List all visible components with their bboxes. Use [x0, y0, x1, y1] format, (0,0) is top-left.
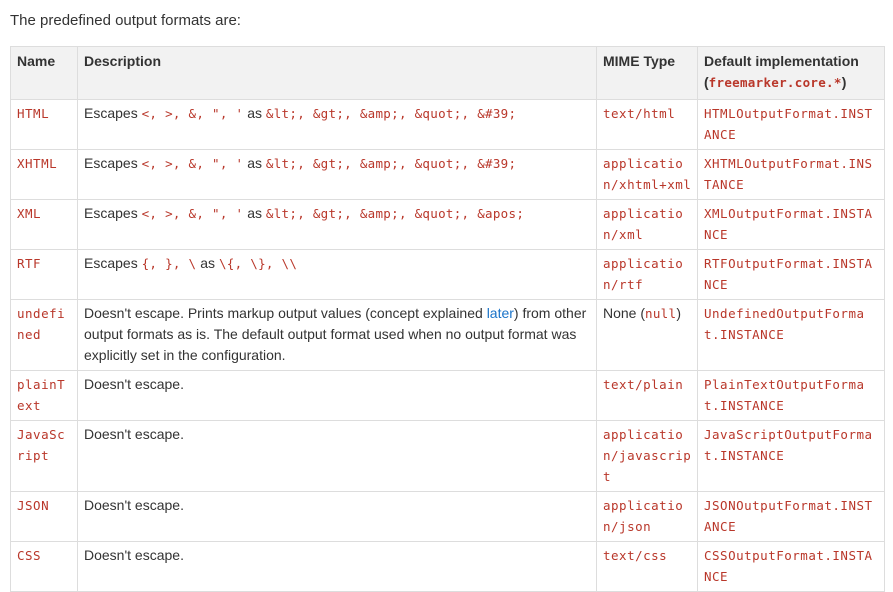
- format-name-cell: JavaScript: [10, 420, 78, 492]
- format-name: JSON: [17, 498, 50, 513]
- format-name: XHTML: [17, 156, 58, 171]
- description-cell: Doesn't escape.: [77, 420, 597, 492]
- table-row: RTF Escapes {, }, \ as \{, \}, \\ applic…: [10, 249, 885, 300]
- format-name-cell: XHTML: [10, 149, 78, 200]
- mime-type-cell: None (null): [596, 299, 698, 371]
- table-row: XML Escapes <, >, &, ", ' as &lt;, &gt;,…: [10, 199, 885, 250]
- package-code: freemarker.core.*: [708, 75, 842, 90]
- escaped-chars: <, >, &, ", ': [141, 156, 244, 171]
- implementation: UndefinedOutputFormat.INSTANCE: [704, 306, 865, 342]
- implementation-cell: XMLOutputFormat.INSTANCE: [697, 199, 885, 250]
- format-name-cell: JSON: [10, 491, 78, 542]
- implementation: XHTMLOutputFormat.INSTANCE: [704, 156, 873, 192]
- format-name: HTML: [17, 106, 50, 121]
- escape-sequences: &lt;, &gt;, &amp;, &quot;, &#39;: [265, 106, 517, 121]
- table-row: plainText Doesn't escape. text/plain Pla…: [10, 370, 885, 421]
- mime-type: application/rtf: [603, 256, 684, 292]
- escaped-chars: {, }, \: [141, 256, 197, 271]
- implementation-cell: JSONOutputFormat.INSTANCE: [697, 491, 885, 542]
- description-cell: Doesn't escape. Prints markup output val…: [77, 299, 597, 371]
- format-name-cell: HTML: [10, 99, 78, 150]
- escaped-chars: <, >, &, ", ': [141, 206, 244, 221]
- description-cell: Escapes <, >, &, ", ' as &lt;, &gt;, &am…: [77, 149, 597, 200]
- mime-type: application/json: [603, 498, 684, 534]
- mime-type-cell: application/xhtml+xml: [596, 149, 698, 200]
- implementation: HTMLOutputFormat.INSTANCE: [704, 106, 873, 142]
- mime-type-cell: application/javascript: [596, 420, 698, 492]
- format-name-cell: RTF: [10, 249, 78, 300]
- mime-type: text/plain: [603, 377, 684, 392]
- description-cell: Doesn't escape.: [77, 541, 597, 592]
- description-cell: Escapes {, }, \ as \{, \}, \\: [77, 249, 597, 300]
- table-row: JavaScript Doesn't escape. application/j…: [10, 420, 885, 492]
- description-cell: Doesn't escape.: [77, 491, 597, 542]
- implementation: PlainTextOutputFormat.INSTANCE: [704, 377, 865, 413]
- description-cell: Escapes <, >, &, ", ' as &lt;, &gt;, &am…: [77, 99, 597, 150]
- mime-type-cell: application/xml: [596, 199, 698, 250]
- escape-sequences: \{, \}, \\: [218, 256, 298, 271]
- table-row: undefined Doesn't escape. Prints markup …: [10, 299, 885, 371]
- mime-type: text/css: [603, 548, 668, 563]
- implementation: JavaScriptOutputFormat.INSTANCE: [704, 427, 873, 463]
- format-name: RTF: [17, 256, 42, 271]
- implementation-cell: PlainTextOutputFormat.INSTANCE: [697, 370, 885, 421]
- mime-type-cell: application/rtf: [596, 249, 698, 300]
- description-cell: Doesn't escape.: [77, 370, 597, 421]
- mime-type-cell: text/css: [596, 541, 698, 592]
- header-impl-package: (freemarker.core.*): [704, 74, 847, 90]
- mime-type: application/xhtml+xml: [603, 156, 692, 192]
- implementation: RTFOutputFormat.INSTANCE: [704, 256, 873, 292]
- implementation: XMLOutputFormat.INSTANCE: [704, 206, 873, 242]
- format-name-cell: plainText: [10, 370, 78, 421]
- mime-type: application/xml: [603, 206, 684, 242]
- header-description: Description: [77, 46, 597, 100]
- mime-type: text/html: [603, 106, 676, 121]
- format-name: plainText: [17, 377, 66, 413]
- format-name-cell: CSS: [10, 541, 78, 592]
- format-name-cell: XML: [10, 199, 78, 250]
- null-code: null: [645, 306, 677, 321]
- implementation-cell: JavaScriptOutputFormat.INSTANCE: [697, 420, 885, 492]
- header-mime-type: MIME Type: [596, 46, 698, 100]
- escape-sequences: &lt;, &gt;, &amp;, &quot;, &apos;: [265, 206, 525, 221]
- implementation: CSSOutputFormat.INSTANCE: [704, 548, 873, 584]
- table-header-row: Name Description MIME Type Default imple…: [10, 46, 885, 100]
- implementation-cell: RTFOutputFormat.INSTANCE: [697, 249, 885, 300]
- mime-type: application/javascript: [603, 427, 692, 484]
- later-link[interactable]: later: [487, 305, 514, 321]
- implementation-cell: HTMLOutputFormat.INSTANCE: [697, 99, 885, 150]
- format-name: undefined: [17, 306, 66, 342]
- format-name: XML: [17, 206, 42, 221]
- mime-type-cell: text/html: [596, 99, 698, 150]
- mime-type-cell: text/plain: [596, 370, 698, 421]
- table-row: JSON Doesn't escape. application/json JS…: [10, 491, 885, 542]
- table-row: XHTML Escapes <, >, &, ", ' as &lt;, &gt…: [10, 149, 885, 200]
- implementation: JSONOutputFormat.INSTANCE: [704, 498, 873, 534]
- intro-text: The predefined output formats are:: [10, 12, 241, 29]
- implementation-cell: UndefinedOutputFormat.INSTANCE: [697, 299, 885, 371]
- escaped-chars: <, >, &, ", ': [141, 106, 244, 121]
- mime-type-cell: application/json: [596, 491, 698, 542]
- implementation-cell: XHTMLOutputFormat.INSTANCE: [697, 149, 885, 200]
- header-name: Name: [10, 46, 78, 100]
- escape-sequences: &lt;, &gt;, &amp;, &quot;, &#39;: [265, 156, 517, 171]
- format-name: CSS: [17, 548, 42, 563]
- table-row: HTML Escapes <, >, &, ", ' as &lt;, &gt;…: [10, 99, 885, 150]
- description-cell: Escapes <, >, &, ", ' as &lt;, &gt;, &am…: [77, 199, 597, 250]
- header-impl-label: Default implementation: [704, 53, 859, 69]
- output-formats-table: Name Description MIME Type Default imple…: [10, 46, 885, 592]
- header-default-implementation: Default implementation (freemarker.core.…: [697, 46, 885, 100]
- implementation-cell: CSSOutputFormat.INSTANCE: [697, 541, 885, 592]
- format-name-cell: undefined: [10, 299, 78, 371]
- table-row: CSS Doesn't escape. text/css CSSOutputFo…: [10, 541, 885, 592]
- format-name: JavaScript: [17, 427, 66, 463]
